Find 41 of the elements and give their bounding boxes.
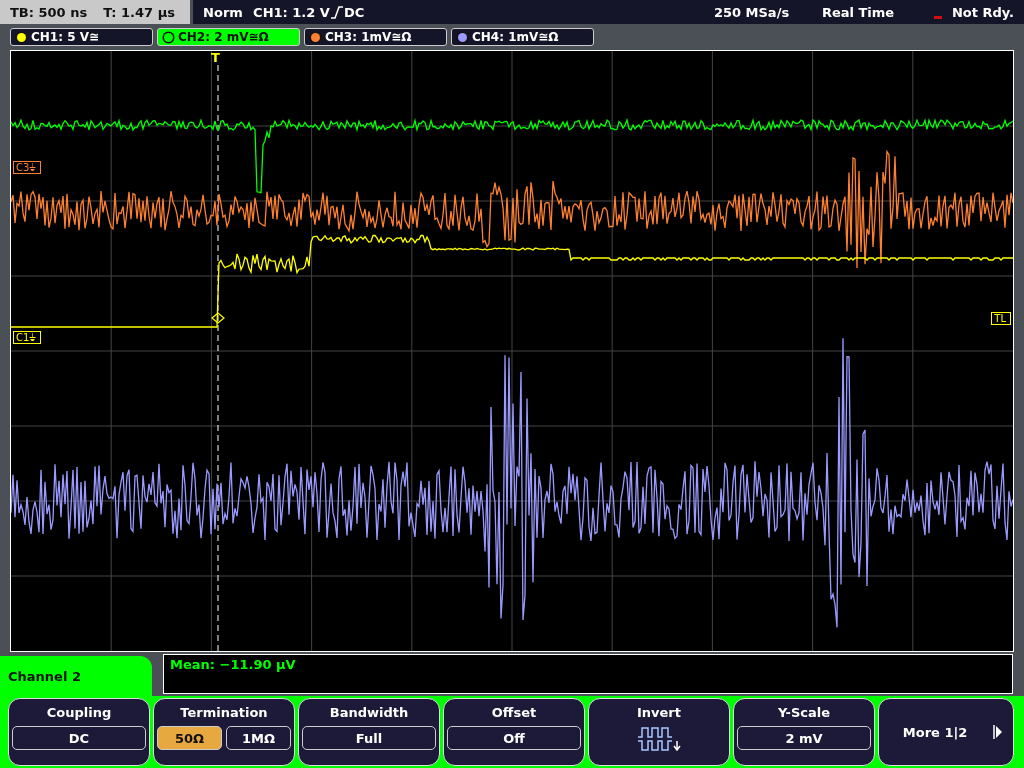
- value-button[interactable]: 2 mV: [737, 726, 871, 750]
- value-button[interactable]: DC: [12, 726, 146, 750]
- softkey-title: Invert: [637, 705, 681, 720]
- channel-tab[interactable]: CH1: 5 V≅: [10, 28, 153, 46]
- measurement-text: Mean: −11.90 µV: [170, 657, 296, 672]
- rising-edge-icon: [330, 5, 343, 19]
- option-button[interactable]: 50Ω: [157, 726, 222, 750]
- trigger-marker: T: [211, 51, 220, 64]
- status-indicator-icon: [933, 16, 942, 19]
- invert-softkey[interactable]: Invert: [588, 698, 730, 766]
- acquisition-status-text: Not Rdy.: [951, 4, 1014, 20]
- invert-wave-icon: [636, 726, 682, 752]
- channel-tab-label: CH3: 1mV≅Ω: [325, 30, 412, 44]
- option-button[interactable]: 1MΩ: [226, 726, 291, 750]
- trigger-level-tag: TL: [991, 312, 1011, 325]
- value-button[interactable]: Full: [302, 726, 436, 750]
- acquisition-mode-text: Real Time: [821, 4, 896, 20]
- more-button[interactable]: More 1|2: [878, 698, 1014, 766]
- trigger-source-text: CH1: 1.2 V: [253, 4, 330, 20]
- trigger-time-text: T: 1.47 µs: [103, 4, 175, 20]
- trigger-point-icon: [211, 312, 225, 324]
- channel-tab-label: CH4: 1mV≅Ω: [472, 30, 559, 44]
- channel-tab-label: CH2: 2 mV≅Ω: [178, 30, 269, 44]
- channel-tag: C3⏚: [13, 161, 42, 174]
- channel-tag: C1⏚: [13, 331, 42, 344]
- trigger-coupling-text: DC: [343, 4, 366, 20]
- channel-tab[interactable]: CH3: 1mV≅Ω: [304, 28, 447, 46]
- channel-tab[interactable]: CH2: 2 mV≅Ω: [157, 28, 300, 46]
- channel-tab-label: CH1: 5 V≅: [31, 30, 100, 44]
- timebase-text: TB: 500 ns: [10, 4, 88, 20]
- sample-rate-text: 250 MSa/s: [713, 4, 791, 20]
- softkey-title: Offset: [491, 705, 537, 720]
- softkey-title: Bandwidth: [329, 705, 409, 720]
- menu-title: Channel 2: [0, 656, 152, 696]
- softkey-title: Coupling: [46, 705, 112, 720]
- softkey-title: Y-Scale: [778, 705, 830, 720]
- channel-tab[interactable]: CH4: 1mV≅Ω: [451, 28, 594, 46]
- trigger-mode-text: Norm: [203, 4, 244, 20]
- softkey-title: Termination: [180, 705, 268, 720]
- caret-icon: [993, 725, 1004, 739]
- value-button[interactable]: Off: [447, 726, 581, 750]
